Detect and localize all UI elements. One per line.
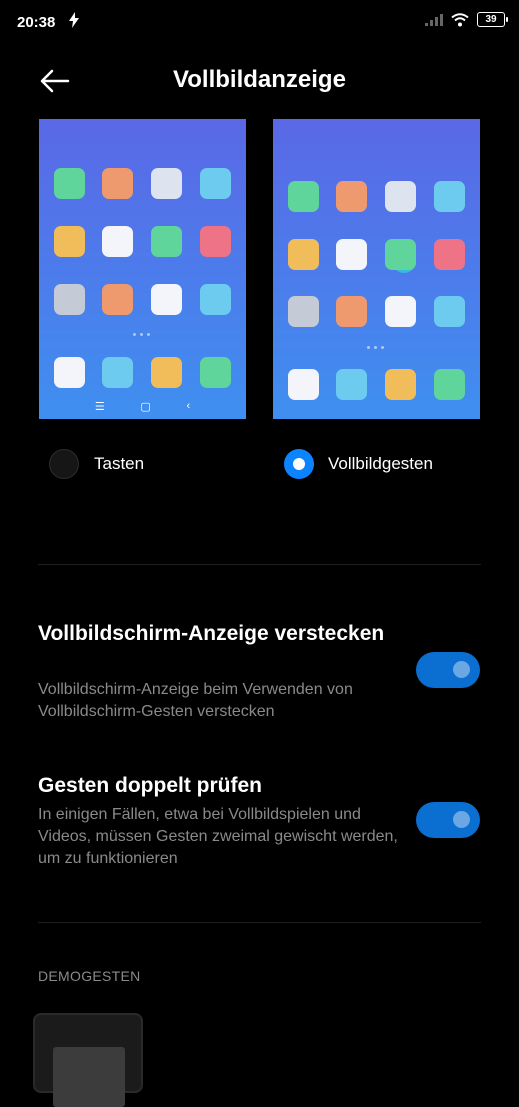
option-vollbildgesten[interactable]: Vollbildgesten: [284, 449, 433, 479]
app-icon-tile: [385, 296, 416, 327]
radio-vollbildgesten[interactable]: [284, 449, 314, 479]
setting-double-check-title: Gesten doppelt prüfen: [38, 774, 263, 797]
divider: [38, 564, 481, 565]
app-icon-tile: [434, 296, 465, 327]
app-icon-tile: [200, 357, 231, 388]
toggle-hide-indicator[interactable]: [416, 652, 480, 688]
app-icon-tile: [200, 284, 231, 315]
demo-gesture-thumbnail[interactable]: [33, 1013, 143, 1107]
app-icon-tile: [288, 296, 319, 327]
app-icon-tile: [200, 226, 231, 257]
app-icon-tile: [54, 284, 85, 315]
app-icon-tile: [434, 181, 465, 212]
app-icon-tile: [200, 168, 231, 199]
home-icon: ▢: [140, 401, 151, 413]
app-icon-tile: [434, 369, 465, 400]
preview-gestures-mode[interactable]: [273, 119, 480, 419]
page-indicator: [367, 346, 384, 349]
app-icon-tile: [102, 226, 133, 257]
app-icon-tile: [54, 226, 85, 257]
divider: [38, 922, 481, 923]
battery-icon: 39: [477, 12, 508, 27]
back-nav-icon: ‹: [186, 400, 191, 412]
app-icon-tile: [434, 239, 465, 270]
toggle-double-check[interactable]: [416, 802, 480, 838]
app-icon-tile: [336, 296, 367, 327]
setting-hide-indicator-description: Vollbildschirm-Anzeige beim Verwenden vo…: [38, 681, 353, 720]
app-icon-tile: [288, 369, 319, 400]
app-icon-tile: [336, 181, 367, 212]
menu-icon: ☰: [94, 401, 105, 413]
navigation-bar: ☰ ▢ ‹: [39, 400, 246, 413]
app-icon-tile: [336, 239, 367, 270]
radio-tasten[interactable]: [49, 449, 79, 479]
preview-buttons-mode[interactable]: ☰ ▢ ‹: [39, 119, 246, 419]
signal-icon: [425, 13, 443, 26]
app-icon-tile: [54, 357, 85, 388]
app-icon-tile: [151, 357, 182, 388]
charging-icon: [68, 12, 80, 32]
app-icon-tile: [385, 369, 416, 400]
app-icon-tile: [385, 239, 416, 270]
app-icon-tile: [336, 369, 367, 400]
wifi-icon: [451, 12, 469, 26]
app-icon-tile: [385, 181, 416, 212]
setting-hide-indicator-title: Vollbildschirm-Anzeige verstecken: [38, 622, 385, 645]
section-label-demo-gestures: DEMOGESTEN: [38, 968, 141, 984]
option-tasten-label: Tasten: [94, 454, 145, 473]
page-indicator: [133, 333, 150, 336]
app-icon-tile: [151, 226, 182, 257]
app-icon-tile: [102, 168, 133, 199]
app-icon-tile: [102, 284, 133, 315]
setting-double-check-description: In einigen Fällen, etwa bei Vollbildspie…: [38, 806, 398, 867]
app-icon-tile: [54, 168, 85, 199]
app-icon-tile: [102, 357, 133, 388]
status-time: 20:38: [17, 14, 56, 31]
app-icon-tile: [151, 284, 182, 315]
option-tasten[interactable]: Tasten: [49, 449, 144, 479]
option-vollbildgesten-label: Vollbildgesten: [328, 454, 433, 473]
app-icon-tile: [288, 181, 319, 212]
app-icon-tile: [151, 168, 182, 199]
status-icons: 39: [425, 12, 508, 27]
page-title: Vollbildanzeige: [173, 66, 346, 93]
app-icon-tile: [288, 239, 319, 270]
